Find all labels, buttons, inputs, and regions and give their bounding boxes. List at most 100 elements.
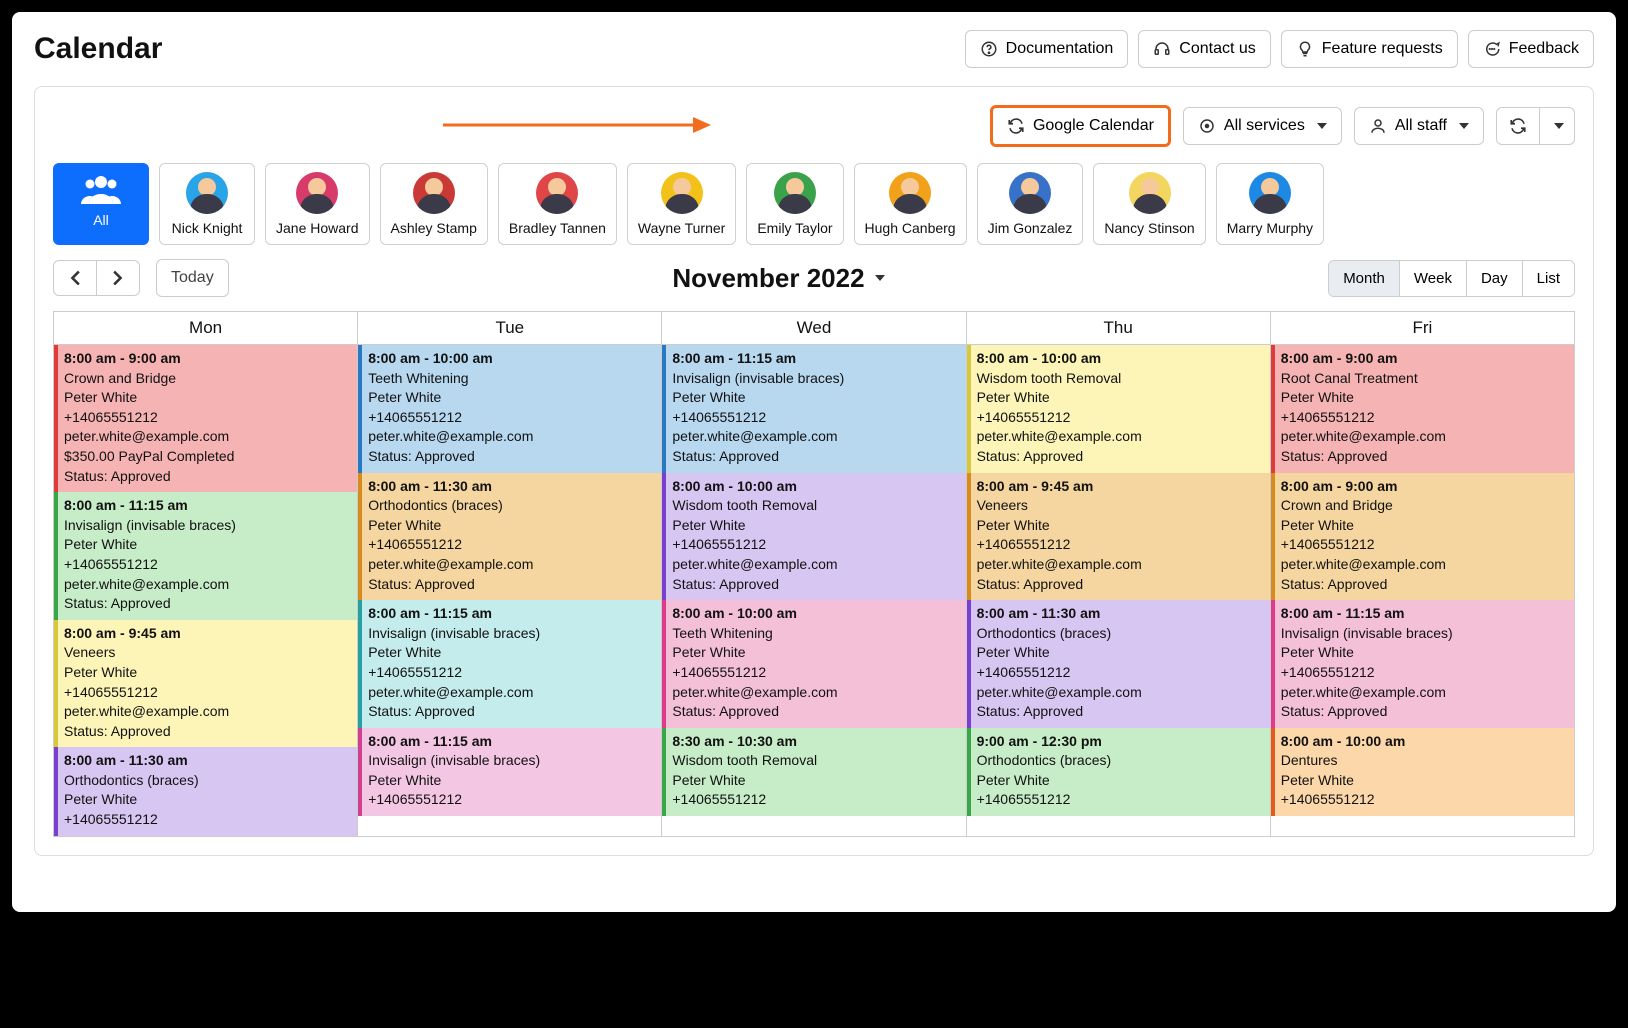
feedback-label: Feedback: [1509, 40, 1579, 58]
staff-card[interactable]: Emily Taylor: [746, 163, 843, 245]
event-service: Invisalign (invisable braces): [368, 624, 655, 644]
event-phone: +14065551212: [1281, 535, 1568, 555]
headset-icon: [1153, 40, 1171, 58]
staff-card[interactable]: Bradley Tannen: [498, 163, 617, 245]
chevron-down-icon: [875, 275, 885, 281]
sync-icon: [1007, 117, 1025, 135]
event-client: Peter White: [977, 516, 1264, 536]
staff-card[interactable]: Ashley Stamp: [380, 163, 488, 245]
event-service: Orthodontics (braces): [977, 624, 1264, 644]
event-email: peter.white@example.com: [672, 683, 959, 703]
documentation-button[interactable]: Documentation: [965, 30, 1129, 68]
avatar: [1009, 172, 1051, 214]
avatar: [536, 172, 578, 214]
feedback-button[interactable]: Feedback: [1468, 30, 1594, 68]
calendar-event[interactable]: 8:00 am - 11:30 amOrthodontics (braces)P…: [54, 747, 357, 835]
event-status: Status: Approved: [1281, 575, 1568, 595]
day-cell: 8:00 am - 11:15 amInvisalign (invisable …: [662, 345, 966, 837]
calendar-event[interactable]: 8:00 am - 9:45 amVeneersPeter White+1406…: [967, 473, 1270, 601]
staff-card[interactable]: Nancy Stinson: [1093, 163, 1205, 245]
all-staff-dropdown[interactable]: All staff: [1354, 107, 1484, 145]
staff-card[interactable]: Marry Murphy: [1216, 163, 1324, 245]
feature-requests-button[interactable]: Feature requests: [1281, 30, 1458, 68]
event-phone: +14065551212: [977, 663, 1264, 683]
event-status: Status: Approved: [672, 447, 959, 467]
calendar-event[interactable]: 8:00 am - 11:15 amInvisalign (invisable …: [1271, 600, 1574, 728]
event-phone: +14065551212: [672, 663, 959, 683]
calendar-event[interactable]: 9:00 am - 12:30 pmOrthodontics (braces)P…: [967, 728, 1270, 816]
calendar-event[interactable]: 8:00 am - 11:15 amInvisalign (invisable …: [662, 345, 965, 473]
event-client: Peter White: [1281, 643, 1568, 663]
event-status: Status: Approved: [1281, 447, 1568, 467]
staff-card[interactable]: Jane Howard: [265, 163, 370, 245]
staff-card[interactable]: Nick Knight: [159, 163, 255, 245]
month-picker[interactable]: November 2022: [672, 263, 884, 294]
event-time: 8:00 am - 11:30 am: [368, 477, 655, 497]
view-list-button[interactable]: List: [1522, 261, 1574, 296]
view-switch: Month Week Day List: [1328, 260, 1575, 297]
calendar-event[interactable]: 8:00 am - 9:45 amVeneersPeter White+1406…: [54, 620, 357, 748]
avatar: [296, 172, 338, 214]
calendar-event[interactable]: 8:30 am - 10:30 amWisdom tooth RemovalPe…: [662, 728, 965, 816]
calendar-event[interactable]: 8:00 am - 11:30 amOrthodontics (braces)P…: [358, 473, 661, 601]
view-month-button[interactable]: Month: [1329, 261, 1399, 296]
event-phone: +14065551212: [368, 790, 655, 810]
refresh-button[interactable]: [1496, 107, 1540, 145]
day-header: Mon: [54, 312, 358, 345]
calendar-event[interactable]: 8:00 am - 10:00 amWisdom tooth RemovalPe…: [967, 345, 1270, 473]
calendar-event[interactable]: 8:00 am - 10:00 amDenturesPeter White+14…: [1271, 728, 1574, 816]
staff-card[interactable]: Wayne Turner: [627, 163, 736, 245]
target-icon: [1198, 117, 1216, 135]
all-services-label: All services: [1224, 117, 1305, 135]
google-calendar-label: Google Calendar: [1033, 117, 1154, 135]
event-email: peter.white@example.com: [368, 427, 655, 447]
avatar: [774, 172, 816, 214]
calendar-event[interactable]: 8:00 am - 10:00 amTeeth WhiteningPeter W…: [662, 600, 965, 728]
google-calendar-button[interactable]: Google Calendar: [990, 105, 1171, 147]
staff-card[interactable]: Hugh Canberg: [854, 163, 967, 245]
calendar-event[interactable]: 8:00 am - 11:15 amInvisalign (invisable …: [358, 728, 661, 816]
calendar-event[interactable]: 8:00 am - 9:00 amCrown and BridgePeter W…: [1271, 473, 1574, 601]
event-phone: +14065551212: [1281, 790, 1568, 810]
view-week-button[interactable]: Week: [1399, 261, 1466, 296]
event-client: Peter White: [64, 790, 351, 810]
page-title: Calendar: [34, 32, 162, 66]
event-time: 8:00 am - 10:00 am: [1281, 732, 1568, 752]
event-service: Root Canal Treatment: [1281, 369, 1568, 389]
day-header: Wed: [662, 312, 966, 345]
event-service: Invisalign (invisable braces): [1281, 624, 1568, 644]
refresh-more-button[interactable]: [1540, 107, 1575, 145]
event-phone: +14065551212: [64, 810, 351, 830]
event-email: peter.white@example.com: [368, 555, 655, 575]
event-client: Peter White: [368, 771, 655, 791]
day-cell: 8:00 am - 9:00 amCrown and BridgePeter W…: [54, 345, 358, 837]
event-email: peter.white@example.com: [1281, 427, 1568, 447]
chevron-right-icon: [109, 269, 127, 287]
next-button[interactable]: [97, 260, 140, 296]
calendar-event[interactable]: 8:00 am - 11:15 amInvisalign (invisable …: [54, 492, 357, 620]
prev-button[interactable]: [53, 260, 97, 296]
calendar-event[interactable]: 8:00 am - 9:00 amRoot Canal TreatmentPet…: [1271, 345, 1574, 473]
event-email: peter.white@example.com: [1281, 555, 1568, 575]
event-phone: +14065551212: [64, 555, 351, 575]
staff-card[interactable]: Jim Gonzalez: [977, 163, 1084, 245]
today-button[interactable]: Today: [156, 259, 229, 297]
contact-button[interactable]: Contact us: [1138, 30, 1270, 68]
event-service: Teeth Whitening: [368, 369, 655, 389]
event-phone: +14065551212: [672, 790, 959, 810]
calendar-event[interactable]: 8:00 am - 9:00 amCrown and BridgePeter W…: [54, 345, 357, 492]
event-service: Orthodontics (braces): [977, 751, 1264, 771]
event-client: Peter White: [64, 663, 351, 683]
calendar-event[interactable]: 8:00 am - 10:00 amTeeth WhiteningPeter W…: [358, 345, 661, 473]
calendar-event[interactable]: 8:00 am - 11:30 amOrthodontics (braces)P…: [967, 600, 1270, 728]
staff-card[interactable]: All: [53, 163, 149, 245]
lightbulb-icon: [1296, 40, 1314, 58]
calendar-event[interactable]: 8:00 am - 11:15 amInvisalign (invisable …: [358, 600, 661, 728]
event-client: Peter White: [64, 535, 351, 555]
all-services-dropdown[interactable]: All services: [1183, 107, 1342, 145]
chevron-down-icon: [1459, 123, 1469, 129]
event-service: Invisalign (invisable braces): [64, 516, 351, 536]
calendar-event[interactable]: 8:00 am - 10:00 amWisdom tooth RemovalPe…: [662, 473, 965, 601]
event-phone: +14065551212: [368, 535, 655, 555]
view-day-button[interactable]: Day: [1466, 261, 1522, 296]
